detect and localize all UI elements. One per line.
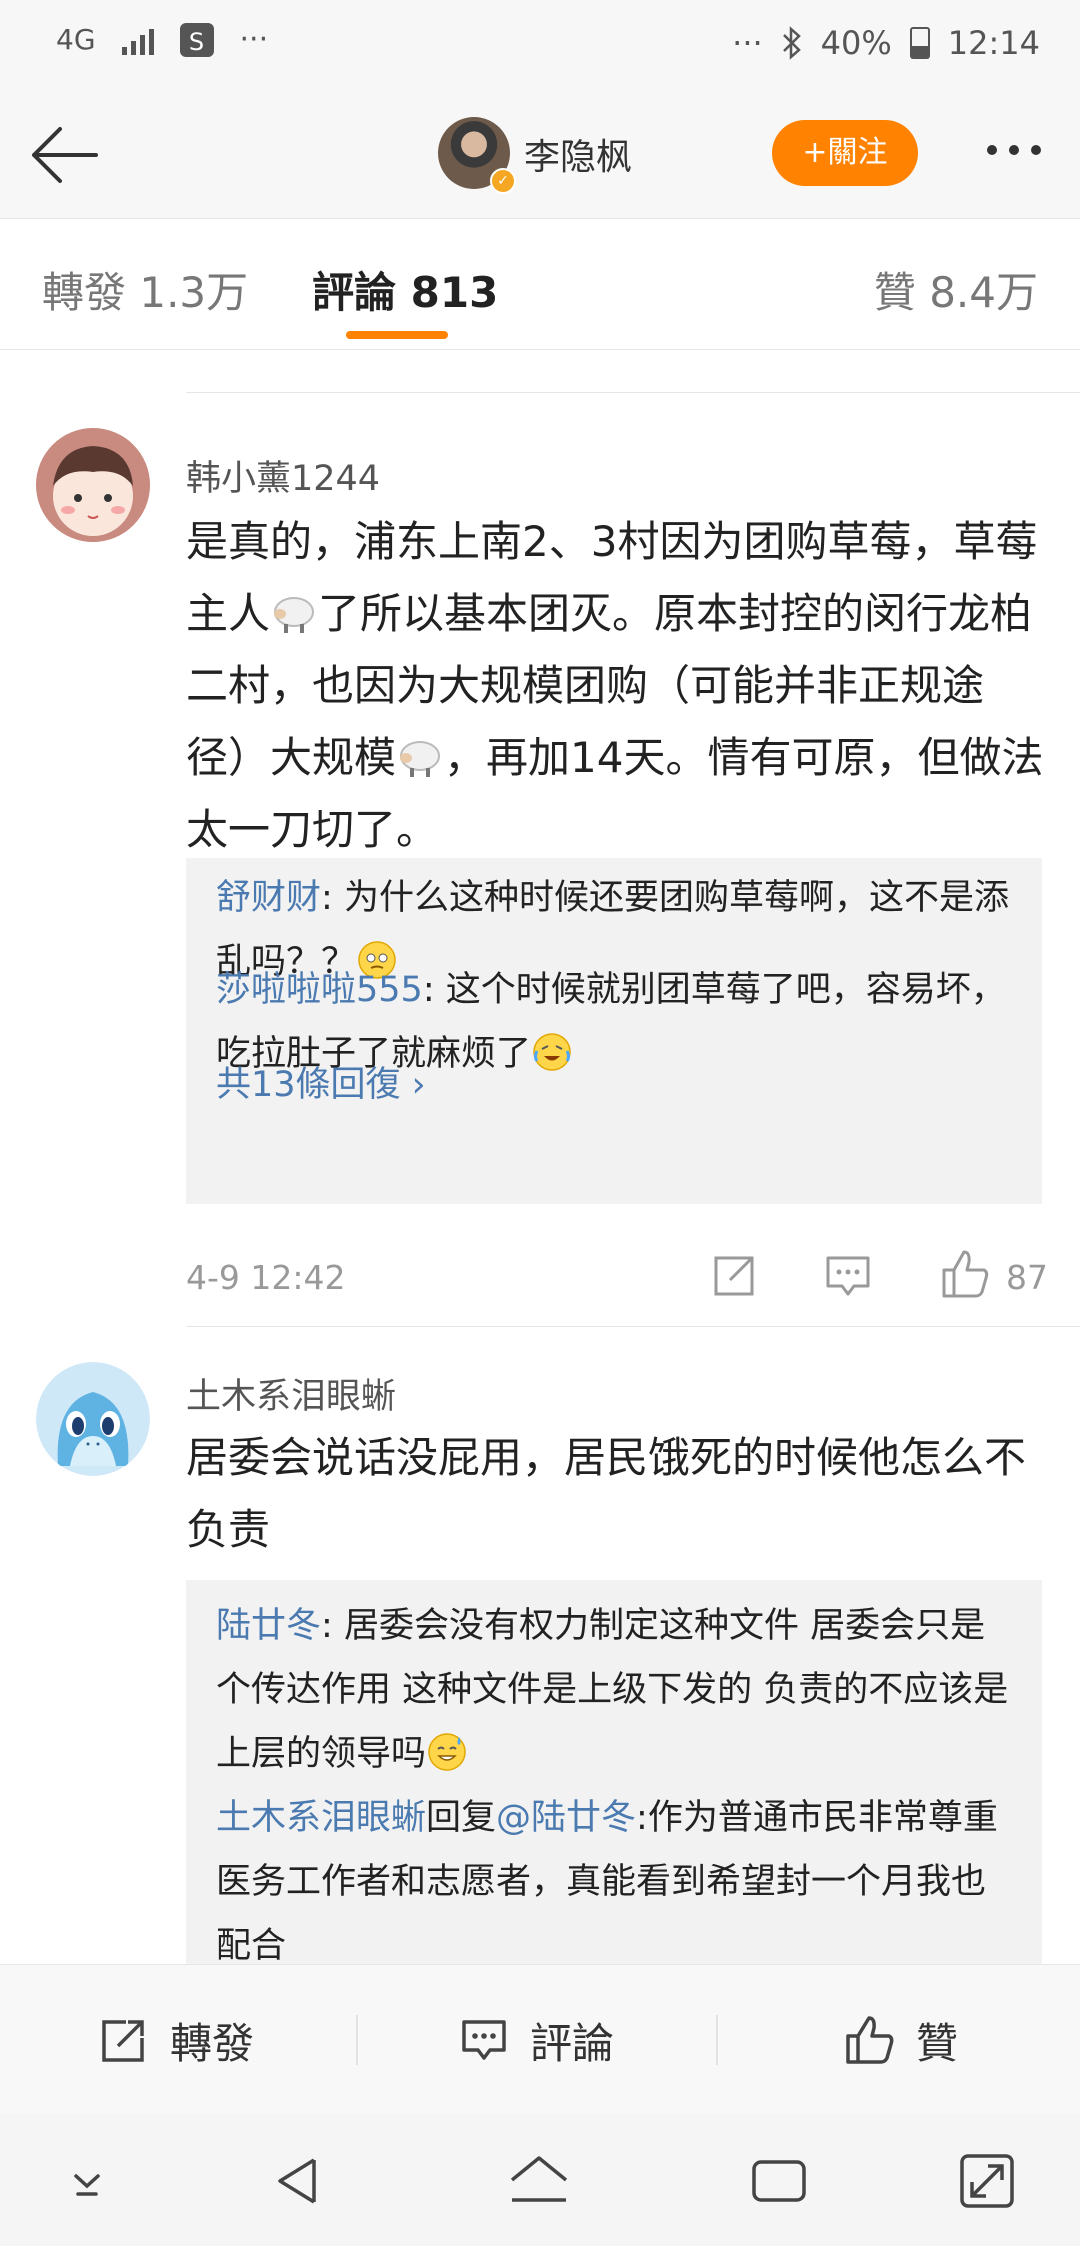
bluetooth-icon — [782, 26, 801, 60]
clock: 12:14 — [947, 24, 1040, 62]
comment-text: 是真的，浦东上南2、3村因为团购草莓，草莓主人 了所以基本团灭。原本封控的闵行龙柏… — [186, 506, 1046, 866]
reply-preview-box[interactable]: 舒财财: 为什么这种时候还要团购草莓啊，这不是添乱吗？？ 莎啦啦啦555: 这个… — [186, 858, 1042, 1204]
tab-comments[interactable]: 評論 813 — [312, 259, 498, 320]
comment-label: 評論 — [530, 2018, 615, 2068]
nav-recents-icon[interactable] — [744, 2146, 814, 2216]
share-icon — [102, 2020, 144, 2062]
reply-separator: : — [321, 878, 344, 918]
back-arrow-icon[interactable] — [24, 120, 104, 190]
reply-author[interactable]: 土木系泪眼蜥 — [216, 1798, 426, 1838]
nav-home-icon[interactable] — [504, 2146, 574, 2216]
collapse-chevron-icon[interactable] — [52, 2146, 122, 2216]
view-all-replies-link[interactable]: 共13條回復 › — [216, 1056, 426, 1107]
like-label: 贊 — [916, 2018, 959, 2068]
signal-icon — [121, 25, 154, 55]
repost-label: 轉發 — [170, 2018, 255, 2068]
verified-badge-icon: ✓ — [490, 168, 516, 194]
comment-button[interactable]: 評論 — [456, 2005, 614, 2075]
reply-preview-box[interactable]: 陆廿冬: 居委会没有权力制定这种文件 居委会只是个传达作用 这种文件是上级下发的… — [186, 1580, 1042, 1964]
status-dots-right: ··· — [732, 24, 763, 62]
tab-reposts[interactable]: 轉發 1.3万 — [42, 259, 248, 320]
follow-button[interactable]: +關注 — [772, 120, 918, 186]
like-button[interactable]: 贊 — [842, 2005, 958, 2075]
bottom-action-bar: 轉發 評論 贊 — [0, 1964, 1080, 2115]
sheep-emoji-icon — [400, 741, 441, 777]
comment-icon — [462, 2020, 506, 2060]
divider — [356, 2015, 358, 2065]
commenter-avatar[interactable] — [36, 1362, 150, 1476]
divider — [716, 2015, 718, 2065]
tab-bar: 轉發 1.3万 評論 813 贊 8.4万 — [0, 219, 1080, 350]
reply-author[interactable]: 舒财财 — [216, 878, 321, 918]
divider — [186, 392, 1080, 393]
tab-likes[interactable]: 贊 8.4万 — [874, 259, 1038, 320]
sheep-emoji-icon — [274, 597, 315, 633]
reply-mention[interactable]: @陆廿冬 — [496, 1798, 636, 1838]
reply-item[interactable]: 土木系泪眼蜥回复@陆廿冬:作为普通市民非常尊重医务工作者和志愿者，真能看到希望封… — [216, 1786, 1016, 1964]
system-nav-bar — [0, 2114, 1080, 2246]
reply-separator: : — [321, 1606, 344, 1646]
active-tab-indicator — [346, 331, 448, 339]
comment-feed[interactable]: 韩小薰1244 是真的，浦东上南2、3村因为团购草莓，草莓主人 了所以基本团灭。原… — [0, 350, 1080, 1964]
nav-back-icon[interactable] — [266, 2146, 336, 2216]
like-thumb-icon — [846, 2016, 894, 2064]
commenter-name[interactable]: 土木系泪眼蜥 — [186, 1368, 396, 1419]
divider — [186, 1326, 1080, 1327]
network-indicator: 4G — [56, 23, 96, 56]
header-username[interactable]: 李隐枫 — [524, 128, 632, 180]
previous-comment-meta-cutoff — [186, 350, 1080, 370]
reply-action-word: 回复 — [426, 1798, 497, 1838]
commenter-avatar[interactable] — [36, 428, 150, 542]
comment-text: 居委会说话没屁用，居民饿死的时候他怎么不负责 — [186, 1433, 1027, 1554]
share-icon[interactable] — [704, 1246, 764, 1306]
reply-author[interactable]: 莎啦啦啦555 — [216, 970, 423, 1010]
reply-separator: : — [636, 1798, 648, 1838]
like-thumb-icon[interactable] — [934, 1244, 994, 1304]
battery-percent: 40% — [820, 24, 892, 62]
sweat-smile-emoji-icon — [428, 1733, 466, 1771]
status-dots-left: ··· — [239, 22, 269, 57]
expand-screen-icon[interactable] — [952, 2146, 1022, 2216]
commenter-name[interactable]: 韩小薰1244 — [186, 450, 380, 501]
comment-timestamp: 4-9 12:42 — [186, 1258, 346, 1297]
reply-item[interactable]: 陆廿冬: 居委会没有权力制定这种文件 居委会只是个传达作用 这种文件是上级下发的… — [216, 1594, 1016, 1786]
more-options-icon[interactable] — [974, 130, 1054, 170]
battery-icon — [909, 27, 930, 59]
reply-separator: : — [422, 970, 446, 1010]
shopping-bag-icon: S — [179, 22, 214, 57]
app-header: ✓ 李隐枫 +關注 — [0, 92, 1080, 219]
like-count: 87 — [1006, 1258, 1048, 1297]
laughing-crying-emoji-icon — [533, 1033, 571, 1071]
comment-icon[interactable] — [818, 1246, 878, 1306]
status-bar: 4G S ··· ··· 40% 12:14 — [0, 0, 1080, 92]
reply-author[interactable]: 陆廿冬 — [216, 1606, 321, 1646]
repost-button[interactable]: 轉發 — [96, 2005, 254, 2075]
